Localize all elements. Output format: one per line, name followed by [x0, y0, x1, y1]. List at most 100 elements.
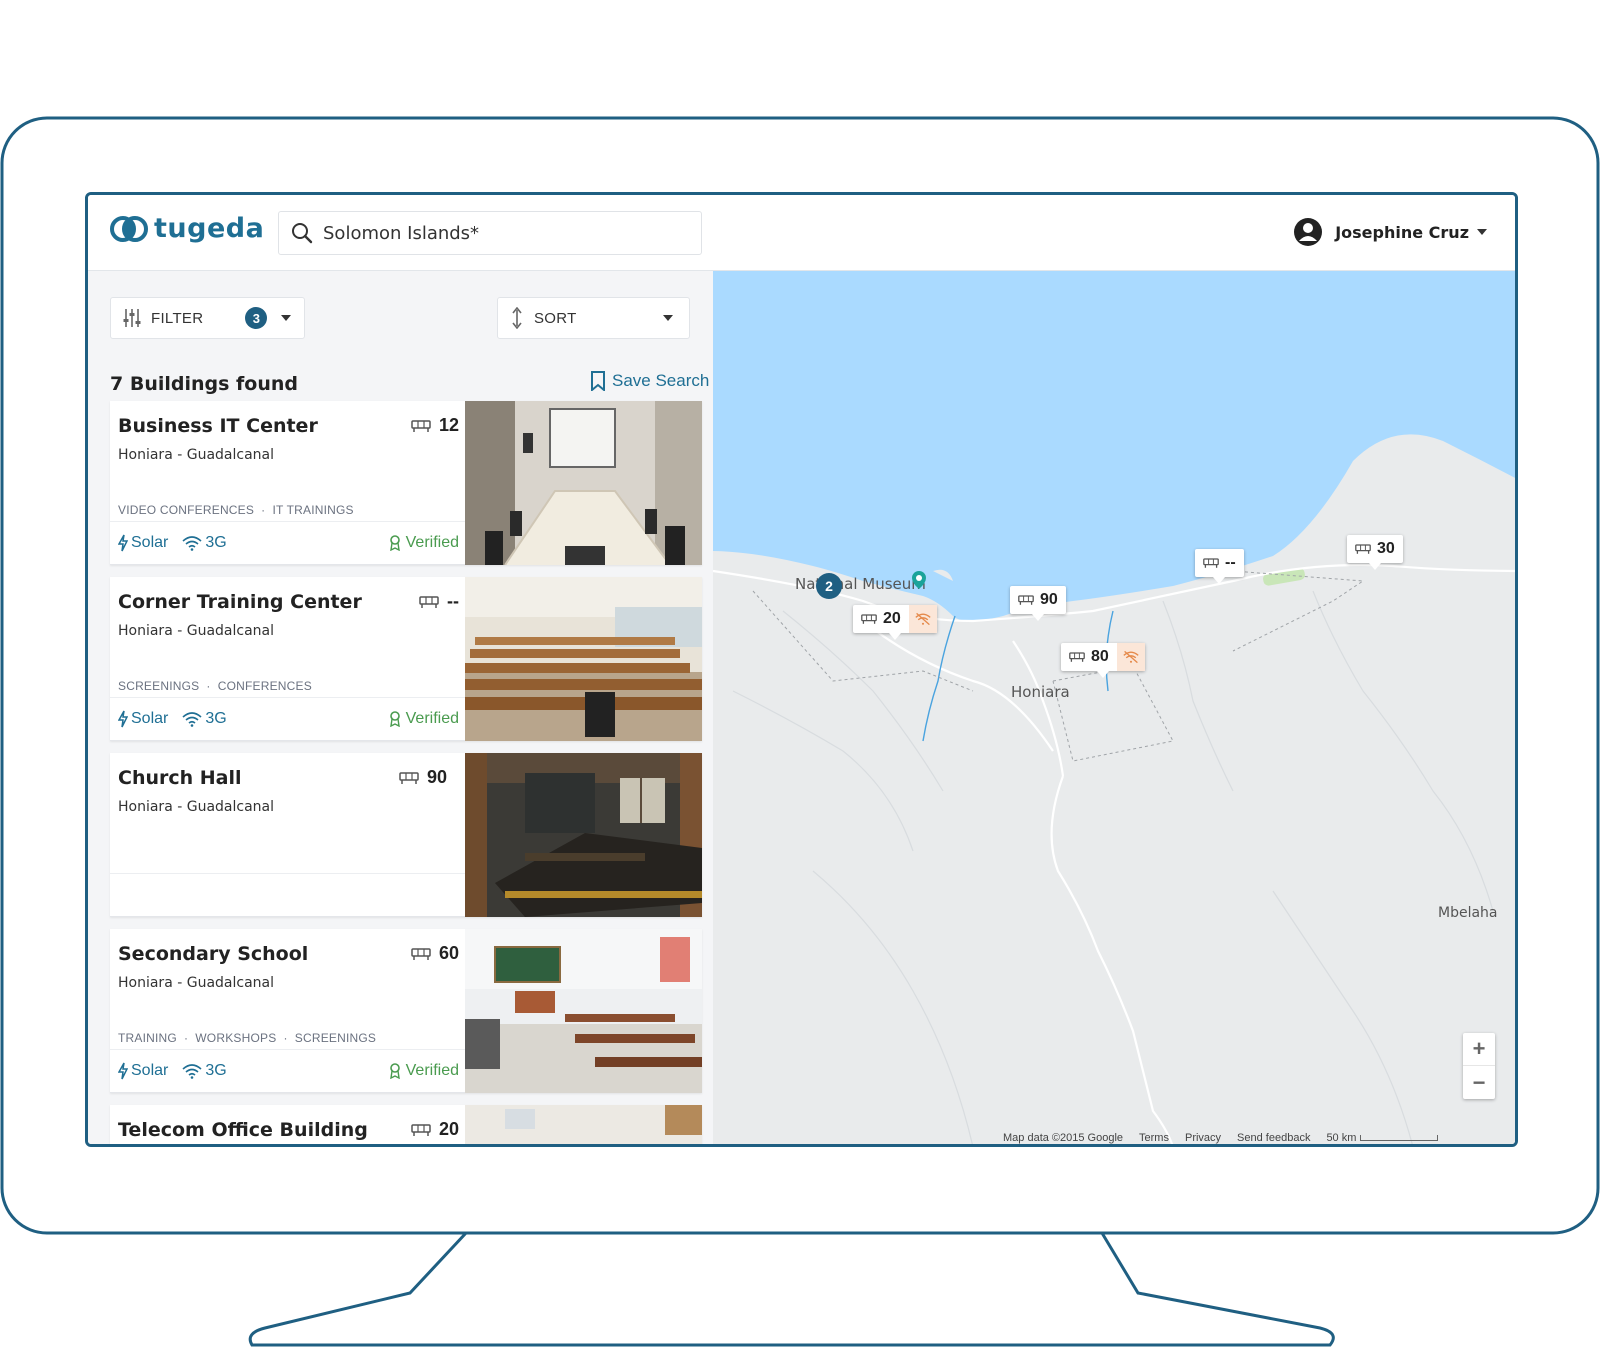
tag: SCREENINGS — [294, 1031, 377, 1045]
building-card[interactable]: Business IT Center 12 Honiara - Guadalca… — [110, 401, 702, 565]
amenity-3g: 3G — [205, 1062, 227, 1079]
tag: IT TRAININGS — [272, 503, 354, 517]
building-card[interactable]: Telecom Office Building 20 — [110, 1105, 702, 1144]
lecture-hall-photo — [465, 577, 702, 741]
app-window: tugeda Solomon Islands* Josephine Cruz F… — [85, 192, 1518, 1147]
card-footer: Solar 3G Verified — [110, 521, 465, 565]
avatar-icon — [1294, 218, 1323, 246]
seats-icon — [399, 771, 419, 784]
building-photo[interactable] — [465, 401, 702, 565]
seats-icon — [1069, 652, 1085, 662]
send-feedback-link[interactable]: Send feedback — [1237, 1132, 1310, 1144]
seats-icon — [1018, 595, 1034, 605]
save-search-label: Save Search — [612, 371, 710, 390]
wifi-icon — [182, 712, 202, 727]
chevron-down-icon — [1477, 229, 1487, 235]
amenity-solar: Solar — [131, 710, 169, 727]
seats-icon — [411, 419, 431, 432]
amenity-solar: Solar — [131, 534, 169, 551]
pin-capacity: 30 — [1377, 540, 1395, 557]
filter-button[interactable]: FILTER 3 — [110, 297, 305, 339]
user-menu[interactable]: Josephine Cruz — [1293, 217, 1487, 247]
scale-label: 50 km — [1326, 1132, 1357, 1144]
zoom-in-button[interactable]: + — [1463, 1033, 1495, 1066]
top-bar: tugeda Solomon Islands* Josephine Cruz — [88, 195, 1515, 271]
building-photo[interactable] — [465, 577, 702, 741]
terms-link[interactable]: Terms — [1139, 1132, 1169, 1144]
building-card[interactable]: Church Hall 90 Honiara - Guadalcanal — [110, 753, 702, 917]
amenity-3g: 3G — [205, 710, 227, 727]
map-view[interactable]: National Museum 2 Honiara Mbelaha 20 90 … — [713, 271, 1515, 1144]
building-pin[interactable]: 90 — [1010, 586, 1066, 621]
building-location: Honiara - Guadalcanal — [118, 799, 274, 815]
search-icon — [292, 223, 313, 244]
tag: VIDEO CONFERENCES — [118, 503, 255, 517]
capacity-value: -- — [447, 591, 459, 611]
building-pin[interactable]: 80 — [1061, 643, 1145, 678]
card-info: Telecom Office Building 20 — [110, 1105, 465, 1144]
zoom-out-button[interactable]: − — [1463, 1066, 1495, 1099]
building-photo[interactable] — [465, 753, 702, 917]
card-info: Corner Training Center -- Honiara - Guad… — [110, 577, 465, 741]
map-background — [713, 271, 1515, 1144]
save-search-button[interactable]: Save Search — [590, 371, 709, 391]
map-attribution: Map data ©2015 Google Terms Privacy Send… — [1003, 1132, 1439, 1144]
logo[interactable]: tugeda — [110, 213, 264, 244]
seats-icon — [1203, 558, 1219, 568]
sort-button[interactable]: SORT — [497, 297, 690, 339]
wifi-icon — [182, 1064, 202, 1079]
chevron-down-icon — [662, 315, 673, 321]
classroom-photo — [465, 929, 702, 1093]
museum-pin-icon[interactable] — [911, 570, 927, 590]
verified-label: Verified — [405, 710, 459, 727]
capacity: 60 — [411, 943, 459, 964]
bolt-icon — [118, 710, 128, 728]
building-photo[interactable] — [465, 929, 702, 1093]
bolt-icon — [118, 1062, 128, 1080]
wifi-icon — [182, 536, 202, 551]
amenity-solar: Solar — [131, 1062, 169, 1079]
verified-label: Verified — [405, 534, 459, 551]
museum-label[interactable]: National Museum — [795, 575, 926, 593]
capacity: 90 — [399, 767, 447, 788]
building-tags: VIDEO CONFERENCES · IT TRAININGS — [118, 503, 354, 517]
search-value: Solomon Islands* — [323, 222, 480, 244]
building-title: Secondary School — [118, 943, 309, 965]
town-label: Mbelaha — [1438, 905, 1498, 921]
city-label: Honiara — [1011, 683, 1070, 701]
amenities: Solar 3G — [118, 1062, 241, 1080]
results-count: 7 Buildings found — [110, 373, 299, 395]
building-tags: SCREENINGS · CONFERENCES — [118, 679, 312, 693]
sliders-icon — [123, 309, 141, 327]
pin-capacity: 20 — [883, 610, 901, 627]
no-signal-icon — [1117, 643, 1145, 671]
church-hall-photo — [465, 753, 702, 917]
card-info: Business IT Center 12 Honiara - Guadalca… — [110, 401, 465, 565]
building-card[interactable]: Corner Training Center -- Honiara - Guad… — [110, 577, 702, 741]
verified-status: Verified — [389, 534, 459, 552]
verified-icon — [389, 535, 400, 551]
capacity: 12 — [411, 415, 459, 436]
office-photo — [465, 1105, 702, 1144]
card-footer: Solar 3G Verified — [110, 1049, 465, 1093]
bookmark-icon — [591, 371, 605, 391]
no-signal-icon — [909, 605, 937, 633]
building-card[interactable]: Secondary School 60 Honiara - Guadalcana… — [110, 929, 702, 1093]
seats-icon — [419, 595, 439, 608]
logo-text: tugeda — [154, 213, 265, 244]
amenities: Solar 3G — [118, 710, 241, 728]
privacy-link[interactable]: Privacy — [1185, 1132, 1221, 1144]
building-pin[interactable]: -- — [1195, 549, 1244, 584]
building-title: Business IT Center — [118, 415, 318, 437]
tag: TRAINING — [118, 1031, 177, 1045]
building-pin[interactable]: 30 — [1347, 535, 1403, 570]
verified-status: Verified — [389, 710, 459, 728]
building-pin[interactable]: 20 — [853, 605, 937, 640]
sort-arrows-icon — [512, 307, 522, 329]
building-photo[interactable] — [465, 1105, 702, 1144]
pin-capacity: 80 — [1091, 648, 1109, 665]
building-title: Corner Training Center — [118, 591, 362, 613]
cluster-marker[interactable]: 2 — [816, 573, 842, 599]
logo-icon — [110, 215, 148, 242]
search-input[interactable]: Solomon Islands* — [278, 211, 702, 255]
